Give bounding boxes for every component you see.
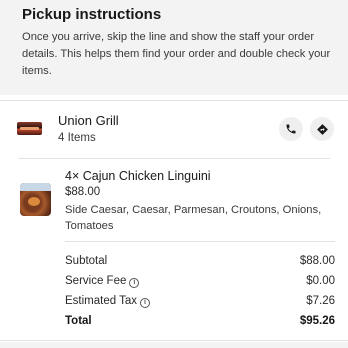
estimated-tax-info-icon[interactable]: i [140, 298, 151, 308]
service-fee-value: $0.00 [306, 275, 335, 287]
subtotal-value: $88.00 [299, 255, 335, 267]
store-name: Union Grill [58, 113, 119, 128]
call-store-button[interactable] [279, 117, 303, 141]
divider [0, 340, 348, 341]
estimated-tax-label: Estimated Tax [65, 295, 138, 307]
service-fee-label: Service Fee [65, 275, 127, 287]
subtotal-row: Subtotal $88.00 [65, 253, 335, 273]
divider [65, 241, 335, 242]
item-price: $88.00 [65, 186, 101, 198]
bottom-panel [0, 342, 348, 348]
pickup-instructions-panel: Pickup instructions Once you arrive, ski… [0, 0, 348, 95]
restaurant-logo-icon [17, 122, 42, 135]
total-label: Total [65, 315, 92, 327]
pickup-instructions-title: Pickup instructions [22, 6, 162, 23]
order-totals: Subtotal $88.00 Service Fee i $0.00 Estim… [65, 253, 335, 333]
phone-icon [286, 124, 296, 134]
service-fee-info-icon[interactable]: i [129, 278, 140, 288]
item-name: 4× Cajun Chicken Linguini [65, 169, 211, 183]
total-row: Total $95.26 [65, 313, 335, 333]
subtotal-label: Subtotal [65, 255, 108, 267]
estimated-tax-row: Estimated Tax i $7.26 [65, 293, 335, 313]
service-fee-row: Service Fee i $0.00 [65, 273, 335, 293]
directions-icon [316, 123, 328, 135]
order-item: 4× Cajun Chicken Linguini $88.00 Side Ca… [0, 163, 348, 243]
divider [0, 100, 348, 101]
store-item-count: 4 Items [58, 132, 96, 144]
item-thumbnail [20, 183, 51, 216]
estimated-tax-value: $7.26 [306, 295, 335, 307]
item-modifiers: Side Caesar, Caesar, Parmesan, Croutons,… [65, 204, 322, 232]
pickup-instructions-text: Once you arrive, skip the line and show … [22, 31, 331, 77]
divider [18, 158, 330, 159]
total-value: $95.26 [299, 315, 335, 327]
directions-button[interactable] [310, 117, 334, 141]
store-header: Union Grill 4 Items [0, 103, 348, 155]
